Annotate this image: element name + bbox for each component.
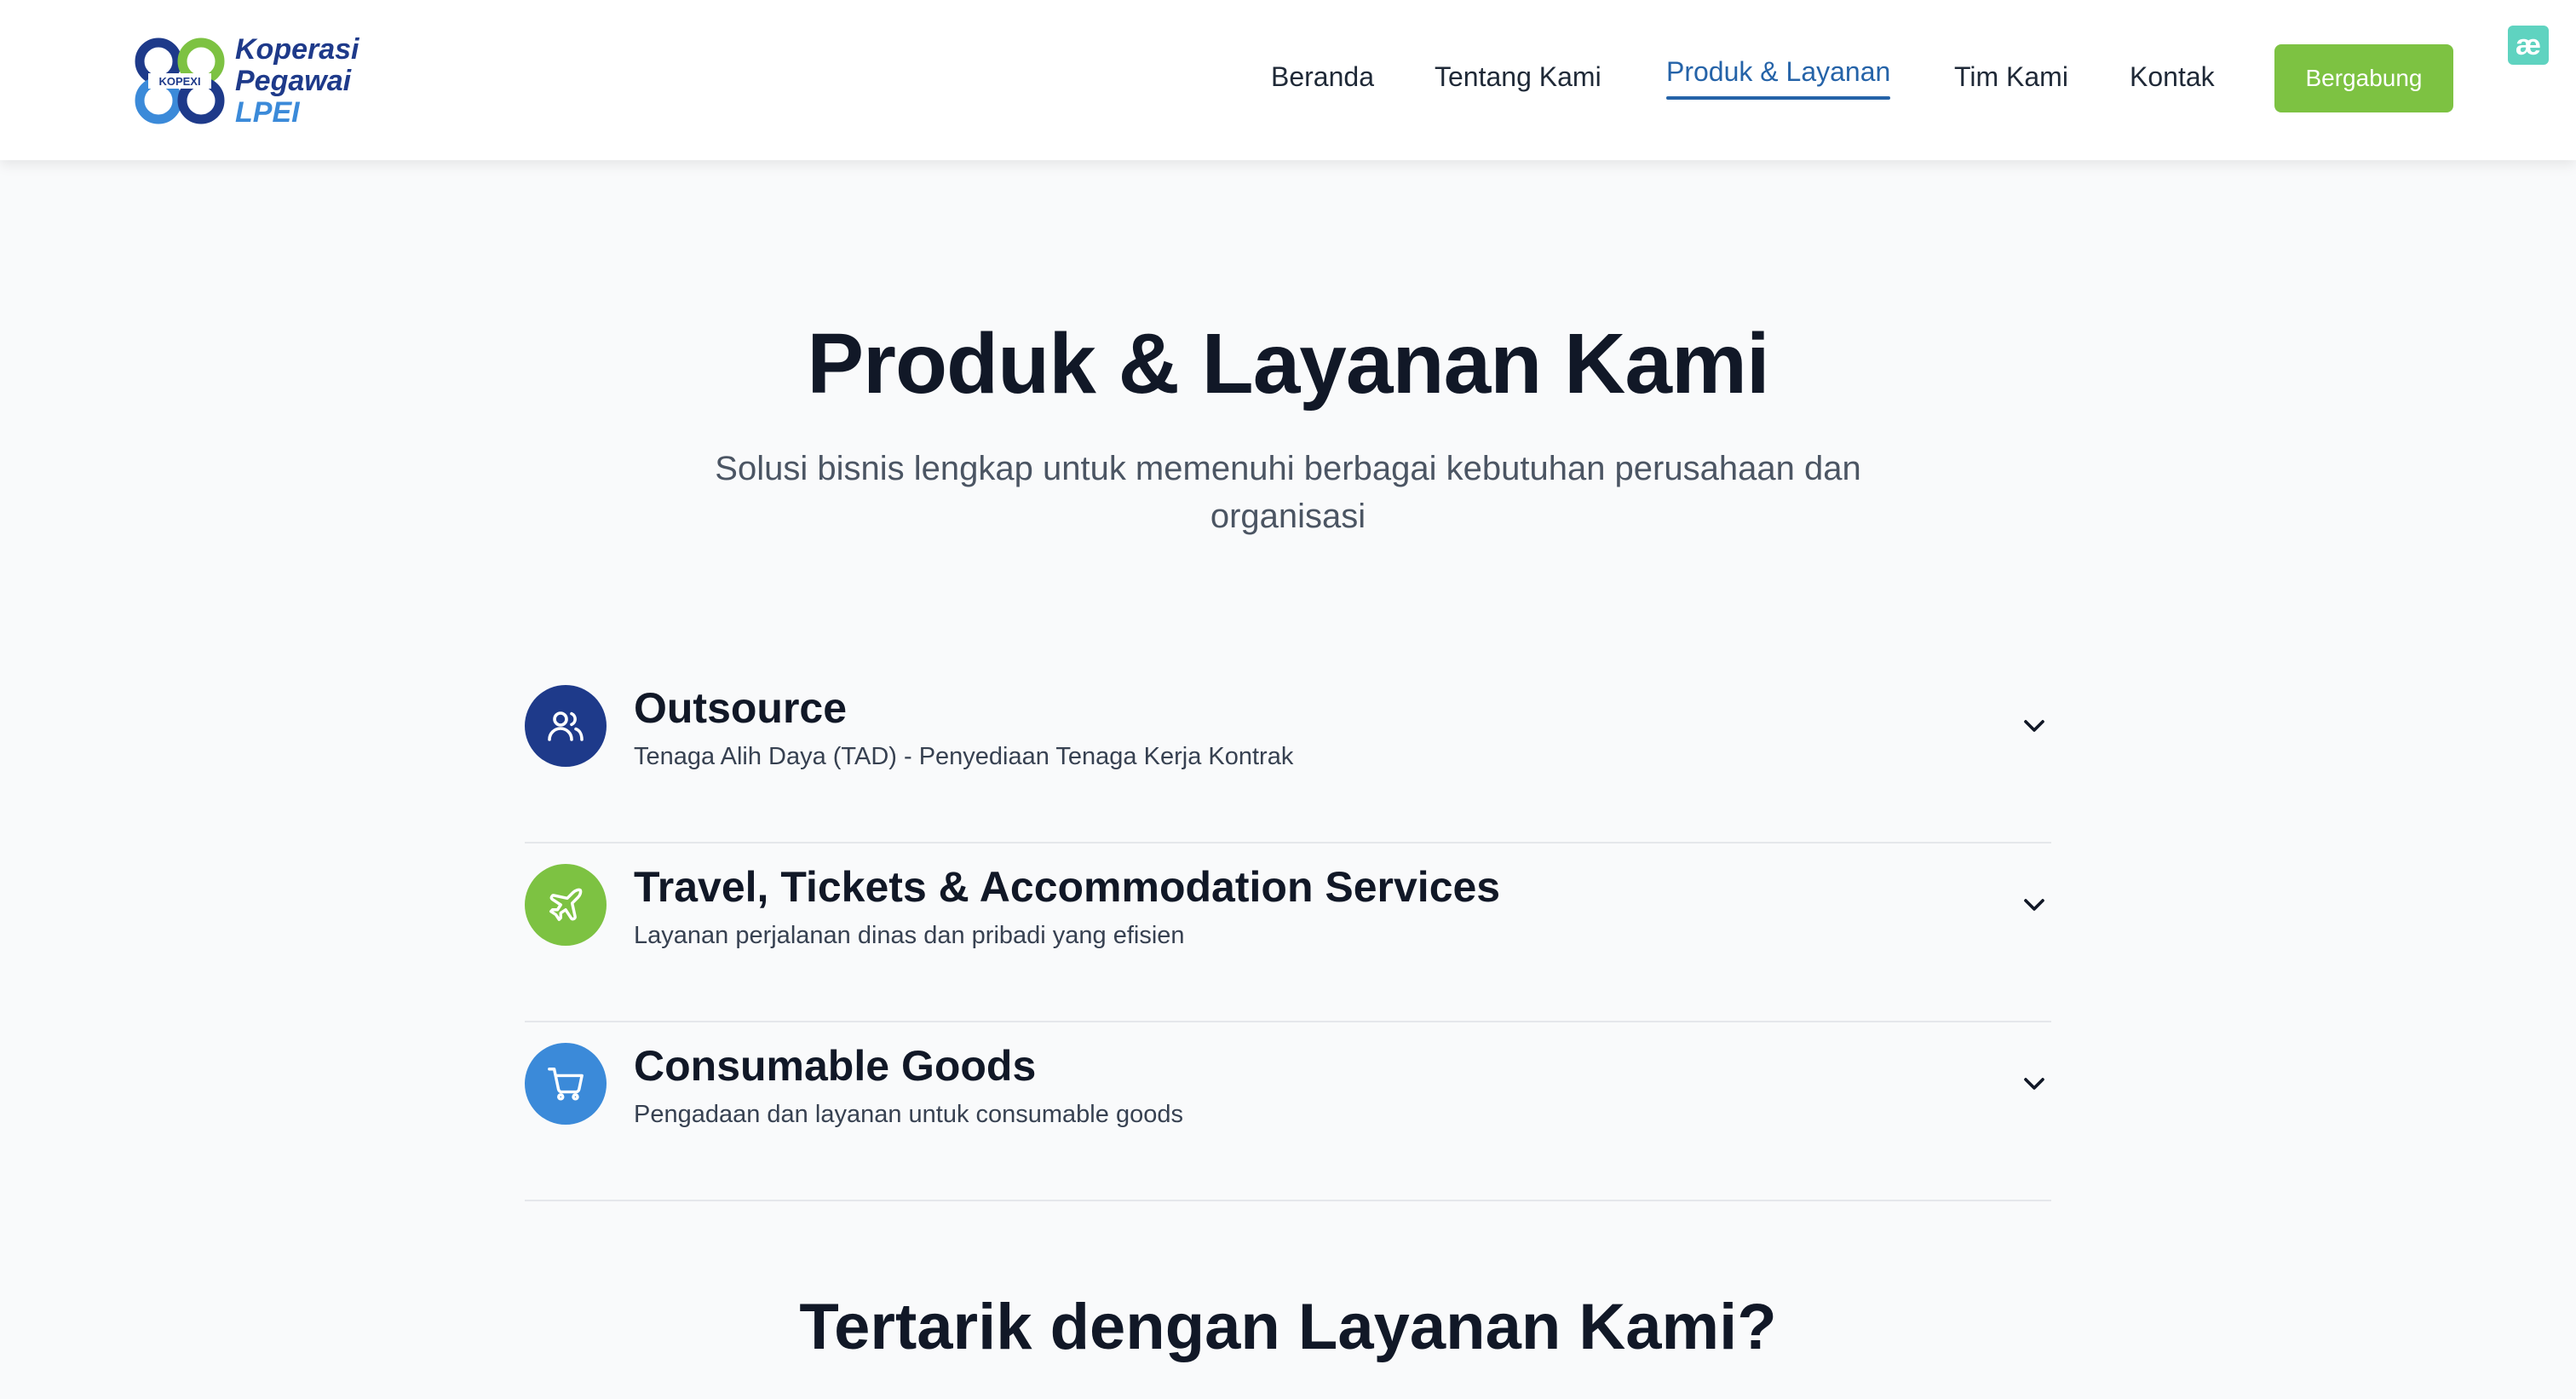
site-header: KOPEXI Koperasi Pegawai LPEI Beranda Ten…: [0, 0, 2576, 160]
extension-icon[interactable]: æ: [2508, 26, 2549, 65]
service-title: Outsource: [634, 684, 848, 732]
brand-name: Koperasi Pegawai LPEI: [235, 32, 359, 129]
service-item-travel[interactable]: Travel, Tickets & Accommodation Services…: [525, 843, 2051, 1022]
page-subtitle: Solusi bisnis lengkap untuk memenuhi ber…: [715, 450, 1861, 535]
chevron-down-icon[interactable]: [2017, 1067, 2051, 1101]
brand-logo[interactable]: KOPEXI Koperasi Pegawai LPEI: [133, 32, 380, 129]
services-accordion: Outsource Tenaga Alih Daya (TAD) - Penye…: [525, 665, 2051, 1201]
service-description: Pengadaan dan layanan untuk consumable g…: [634, 1101, 1183, 1128]
nav-produk-layanan[interactable]: Produk & Layanan: [1666, 56, 1891, 100]
service-title: Consumable Goods: [634, 1042, 1037, 1090]
brand-line-2: Pegawai: [235, 64, 352, 97]
brand-line-3: LPEI: [235, 95, 300, 129]
cart-icon: [525, 1043, 607, 1125]
chevron-down-icon[interactable]: [2017, 888, 2051, 922]
nav-kontak[interactable]: Kontak: [2130, 61, 2215, 93]
bergabung-button[interactable]: Bergabung: [2274, 44, 2453, 112]
service-description: Layanan perjalanan dinas dan pribadi yan…: [634, 922, 1185, 949]
nav-tentang-kami[interactable]: Tentang Kami: [1435, 61, 1601, 93]
service-item-consumable-goods[interactable]: Consumable Goods Pengadaan dan layanan u…: [525, 1022, 2051, 1201]
logo-mark-text: KOPEXI: [158, 75, 200, 88]
nav-beranda[interactable]: Beranda: [1271, 61, 1374, 93]
chevron-down-icon[interactable]: [2017, 709, 2051, 743]
brand-line-1: Koperasi: [235, 32, 359, 66]
service-title: Travel, Tickets & Accommodation Services: [634, 863, 1501, 911]
users-icon: [525, 685, 607, 767]
plane-icon: [525, 864, 607, 946]
kopexi-logo-icon: KOPEXI: [135, 37, 225, 124]
service-description: Tenaga Alih Daya (TAD) - Penyediaan Tena…: [634, 743, 1294, 770]
page-title: Produk & Layanan Kami: [807, 316, 1769, 412]
cta-title: Tertarik dengan Layanan Kami?: [799, 1291, 1777, 1363]
service-item-outsource[interactable]: Outsource Tenaga Alih Daya (TAD) - Penye…: [525, 665, 2051, 843]
nav-tim-kami[interactable]: Tim Kami: [1954, 61, 2068, 93]
